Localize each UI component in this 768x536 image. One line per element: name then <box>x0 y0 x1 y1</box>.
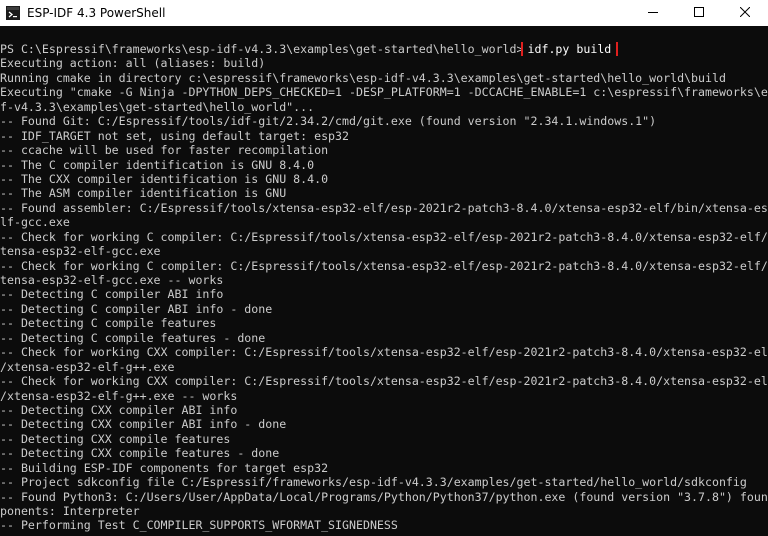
output-line: -- Performing Test C_COMPILER_SUPPORTS_W… <box>0 518 398 533</box>
prompt-path: PS C:\Espressif\frameworks\esp-idf-v4.3.… <box>0 42 524 56</box>
output-line: -- IDF_TARGET not set, using default tar… <box>0 128 350 143</box>
output-line: -- Check for working C compiler: C:/Espr… <box>0 258 768 273</box>
output-line: -- ccache will be used for faster recomp… <box>0 143 329 158</box>
maximize-icon <box>694 4 704 22</box>
output-line: -- The C compiler identification is GNU … <box>0 157 315 172</box>
close-button[interactable] <box>722 0 768 26</box>
output-line: -- The CXX compiler identification is GN… <box>0 171 329 186</box>
output-line: -- Found assembler: C:/Espressif/tools/x… <box>0 200 768 215</box>
output-line: tensa-esp32-elf-gcc.exe -- works <box>0 273 224 287</box>
output-line: -- Check for working CXX compiler: C:/Es… <box>0 345 768 360</box>
maximize-button[interactable] <box>676 0 722 26</box>
caption-buttons <box>630 0 768 26</box>
output-lines: Executing action: all (aliases: build) Ru… <box>0 56 768 532</box>
output-line: -- Project sdkconfig file C:/Espressif/f… <box>0 475 747 490</box>
close-icon <box>739 4 751 22</box>
output-line: -- Detecting CXX compile features - done <box>0 446 280 461</box>
minimize-icon <box>648 4 658 22</box>
output-line: Running cmake in directory c:\espressif\… <box>0 70 726 85</box>
output-line: ponents: Interpreter <box>0 504 140 518</box>
output-line: /xtensa-esp32-elf-g++.exe -- works <box>0 388 238 403</box>
output-line: -- Detecting CXX compiler ABI info <box>0 402 238 417</box>
output-line: /xtensa-esp32-elf-g++.exe <box>0 359 175 374</box>
window-title: ESP-IDF 4.3 PowerShell <box>27 6 166 20</box>
output-line: -- Detecting C compile features - done <box>0 330 266 345</box>
output-line: -- The ASM compiler identification is GN… <box>0 186 287 201</box>
output-line: -- Detecting C compile features <box>0 316 217 331</box>
output-line: -- Detecting C compiler ABI info - done <box>0 301 273 316</box>
output-line: Executing "cmake -G Ninja -DPYTHON_DEPS_… <box>0 85 768 100</box>
output-line: -- Detecting C compiler ABI info <box>0 287 224 302</box>
title-bar[interactable]: ESP-IDF 4.3 PowerShell <box>0 0 768 26</box>
output-line: -- Check for working C compiler: C:/Espr… <box>0 229 768 244</box>
minimize-button[interactable] <box>630 0 676 26</box>
output-line: f-v4.3.3\examples\get-started\hello_worl… <box>0 99 315 114</box>
output-line: -- Building ESP-IDF components for targe… <box>0 460 329 475</box>
output-line: -- Detecting CXX compile features <box>0 431 231 446</box>
terminal-output[interactable]: PS C:\Espressif\frameworks\esp-idf-v4.3.… <box>0 26 768 536</box>
output-line: tensa-esp32-elf-gcc.exe <box>0 244 161 259</box>
powershell-window: ESP-IDF 4.3 PowerShell PS C:\Espressif\f… <box>0 0 768 536</box>
output-line: lf-gcc.exe <box>0 215 70 230</box>
output-line: -- Found Python3: C:/Users/User/AppData/… <box>0 489 768 504</box>
output-line: -- Detecting CXX compiler ABI info - don… <box>0 417 287 432</box>
output-line: Executing action: all (aliases: build) <box>0 56 266 71</box>
output-line: -- Check for working CXX compiler: C:/Es… <box>0 374 768 389</box>
highlighted-command: idf.py build <box>520 42 619 57</box>
output-line: -- Found Git: C:/Espressif/tools/idf-git… <box>0 114 657 129</box>
powershell-icon[interactable] <box>6 6 20 20</box>
prompt-line: PS C:\Espressif\frameworks\esp-idf-v4.3.… <box>0 42 768 57</box>
